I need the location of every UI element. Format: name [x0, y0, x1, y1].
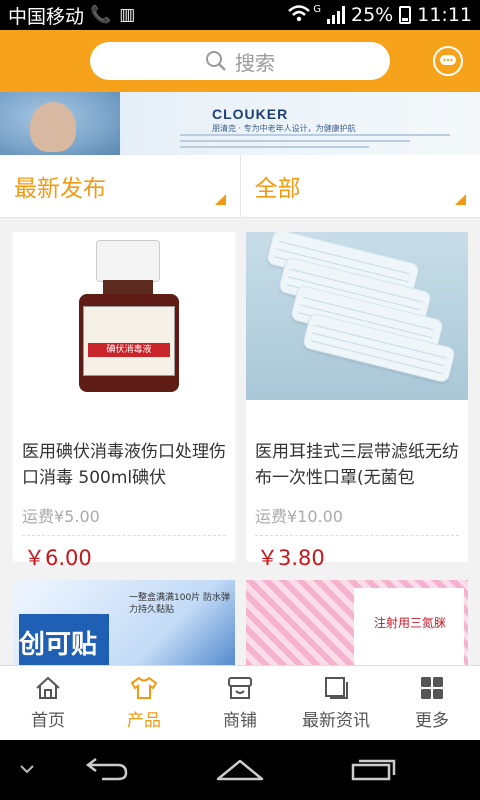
category-filter[interactable]: 全部 — [239, 155, 480, 217]
chat-icon — [440, 55, 456, 65]
product-card[interactable]: 碘伏消毒液 医用碘伏消毒液伤口处理伤口消毒 500ml碘伏 运费¥5.00 ￥6… — [13, 232, 235, 570]
news-icon — [325, 676, 348, 699]
divider — [255, 535, 459, 536]
system-nav-bar — [0, 740, 480, 800]
product-title: 医用碘伏消毒液伤口处理伤口消毒 500ml碘伏 — [22, 442, 226, 488]
nav-more-label: 更多 — [415, 710, 449, 731]
banner-slogan: 朋清克 · 专为中老年人设计，为健康护航 — [212, 124, 356, 133]
nav-stores-label: 商铺 — [223, 710, 257, 731]
search-bar[interactable]: 搜索 — [90, 42, 390, 80]
nav-home-label: 首页 — [31, 710, 65, 731]
product-title: 医用耳挂式三层带滤纸无纺布一次性口罩(无菌包 — [255, 442, 459, 488]
search-placeholder: 搜索 — [235, 50, 275, 75]
product-image: 注射用三氮脒 — [246, 580, 468, 665]
banner-photo — [0, 92, 120, 155]
product-card[interactable]: 一整盒满满100片 防水弹力持久黏贴 创可贴 — [13, 580, 235, 665]
message-button[interactable] — [433, 46, 463, 76]
shirt-icon — [130, 676, 158, 699]
home-button-icon[interactable] — [214, 755, 266, 783]
app-header: 搜索 — [0, 30, 480, 92]
back-icon[interactable] — [84, 755, 130, 783]
product-shipping: 运费¥10.00 — [255, 507, 343, 526]
nav-products-label: 产品 — [127, 710, 161, 731]
product-card[interactable]: 注射用三氮脒 — [246, 580, 468, 665]
bottle-label-text: 碘伏消毒液 — [88, 343, 170, 357]
product-price: ￥3.80 — [257, 546, 325, 570]
nav-home[interactable]: 首页 — [0, 666, 96, 740]
grid-icon — [421, 676, 443, 699]
wifi-icon — [287, 4, 311, 27]
nav-stores[interactable]: 商铺 — [192, 666, 288, 740]
divider — [22, 535, 226, 536]
battery-icon — [399, 6, 412, 24]
nav-more[interactable]: 更多 — [384, 666, 480, 740]
promo-banner[interactable]: CLOUKER 朋清克 · 专为中老年人设计，为健康护航 — [0, 92, 480, 155]
phone-icon: 📞 — [90, 5, 112, 25]
dropdown-triangle-icon — [455, 194, 466, 205]
product-grid: 碘伏消毒液 医用碘伏消毒液伤口处理伤口消毒 500ml碘伏 运费¥5.00 ￥6… — [0, 218, 480, 665]
signal-icon — [327, 6, 345, 24]
nav-news-label: 最新资讯 — [302, 710, 370, 731]
banner-text-lines — [180, 134, 450, 152]
home-icon — [36, 676, 60, 699]
network-type: G — [313, 3, 321, 15]
product-image: 一整盒满满100片 防水弹力持久黏贴 创可贴 — [13, 580, 235, 665]
product-image — [246, 232, 468, 400]
recent-apps-icon[interactable] — [350, 755, 398, 783]
image-caption: 一整盒满满100片 防水弹力持久黏贴 — [129, 593, 231, 615]
banner-brand: CLOUKER — [212, 106, 289, 122]
product-shipping: 运费¥5.00 — [22, 507, 100, 526]
status-bar: 中国移动 📞 ▥ G 25% 11:11 — [0, 0, 480, 30]
search-icon — [206, 51, 226, 71]
sim-icon: ▥ — [119, 5, 136, 25]
product-card[interactable]: 医用耳挂式三层带滤纸无纺布一次性口罩(无菌包 运费¥10.00 ￥3.80 — [246, 232, 468, 570]
product-image: 碘伏消毒液 — [13, 232, 235, 400]
bottom-nav: 首页 产品 商铺 最新资讯 更多 — [0, 665, 480, 740]
nav-news[interactable]: 最新资讯 — [288, 666, 384, 740]
clock: 11:11 — [417, 4, 472, 26]
store-icon — [228, 676, 252, 699]
sort-filter-label: 最新发布 — [14, 176, 106, 202]
image-logo: 创可贴 — [19, 630, 98, 660]
carrier-name: 中国移动 — [8, 5, 85, 28]
category-filter-label: 全部 — [254, 176, 301, 202]
product-price: ￥6.00 — [24, 546, 92, 570]
image-title: 注射用三氮脒 — [374, 616, 447, 630]
filter-bar: 最新发布 全部 — [0, 155, 480, 218]
dropdown-triangle-icon — [214, 194, 226, 205]
nav-products[interactable]: 产品 — [96, 666, 192, 740]
battery-level: 25% — [351, 4, 394, 26]
collapse-chevron-icon[interactable] — [20, 764, 34, 774]
sort-filter[interactable]: 最新发布 — [0, 155, 240, 217]
